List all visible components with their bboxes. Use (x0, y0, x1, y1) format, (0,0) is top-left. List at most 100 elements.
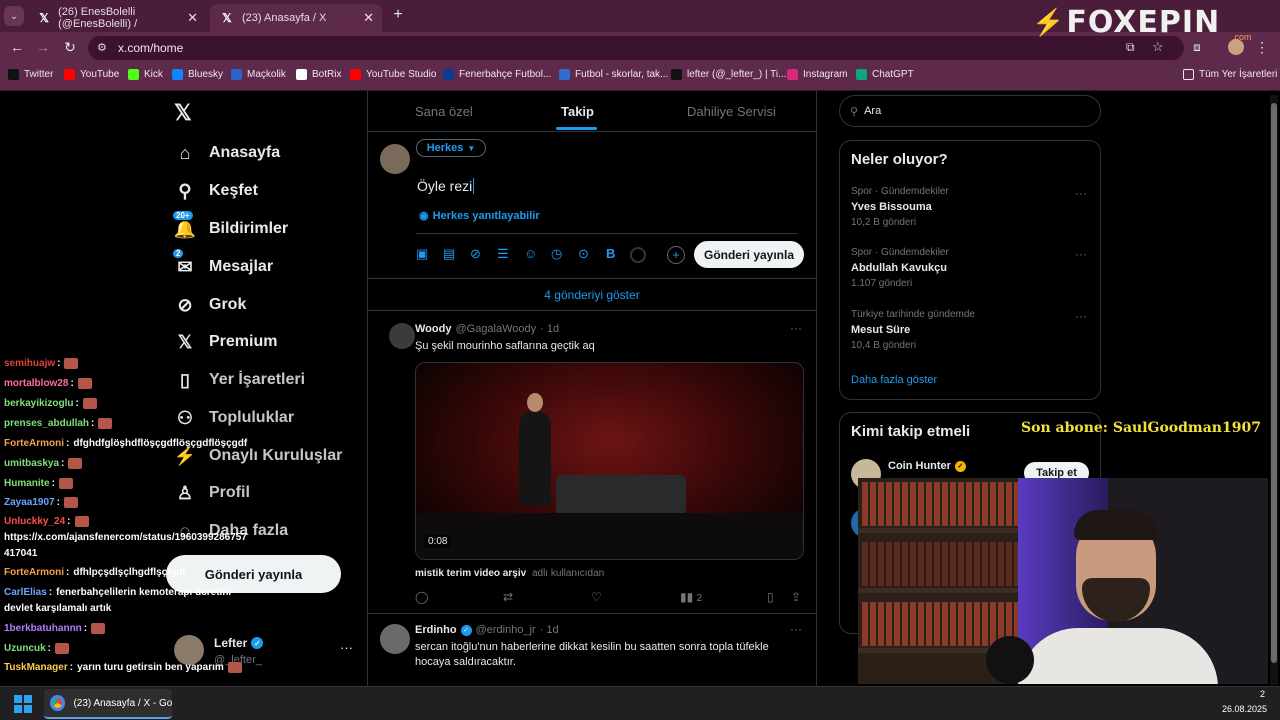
x-home-logo[interactable]: 𝕏 (174, 100, 192, 126)
more-icon[interactable]: ··· (1075, 247, 1087, 261)
bookmark-item[interactable]: YouTube Studio (350, 69, 436, 80)
reply-icon[interactable]: ◯ (415, 590, 428, 604)
bookmark-item[interactable]: Kick (128, 69, 163, 80)
bookmark-item[interactable]: BotRix (296, 69, 341, 80)
book-spine (958, 482, 964, 526)
image-icon[interactable]: ▣ (416, 246, 428, 262)
nav-item-label: Onaylı Kuruluşlar (209, 447, 343, 464)
show-more-link[interactable]: Daha fazla göster (851, 374, 937, 386)
trend-item[interactable]: Spor · Gündemdekiler Abdullah Kavukçu 1.… (851, 247, 1091, 289)
chrome-icon (50, 695, 66, 711)
nav-item[interactable]: ▯ Yer İşaretleri (174, 369, 305, 391)
share-icon[interactable]: ⇪ (791, 590, 801, 604)
bookmark-item[interactable]: Instagram (787, 69, 847, 80)
views-icon[interactable]: ▮▮ 2 (680, 590, 702, 604)
bookmark-item[interactable]: ChatGPT (856, 69, 914, 80)
like-icon[interactable]: ♡ (591, 590, 602, 604)
emoji-icon[interactable]: ☺ (524, 246, 537, 261)
nav-item[interactable]: 🔔 20+ Bildirimler (172, 210, 288, 240)
nav-item-label: Keşfet (209, 182, 258, 199)
bookmark-icon[interactable]: ▯ (767, 590, 774, 604)
more-icon[interactable]: ··· (790, 321, 802, 335)
search-input[interactable]: ⚲ Ara (839, 95, 1101, 127)
post-time[interactable]: · 1d (540, 624, 559, 636)
scrollbar-thumb[interactable] (1271, 103, 1277, 663)
clock-date[interactable]: 26.08.2025 (1222, 704, 1267, 714)
add-thread-icon[interactable]: + (667, 246, 685, 264)
tab-dahiliye-servisi[interactable]: Dahiliye Servisi (687, 104, 776, 119)
post-button-compose[interactable]: Gönderi yayınla (694, 241, 804, 268)
post[interactable]: Woody @GagalaWoody · 1d ··· Şu şekil mou… (368, 311, 816, 613)
tab-sana-ozel[interactable]: Sana özel (415, 104, 473, 119)
tab-search-button[interactable]: ⌄ (4, 6, 24, 26)
post-author[interactable]: Woody (415, 323, 451, 335)
poll-icon[interactable]: ☰ (497, 246, 509, 262)
address-bar[interactable]: ⚙ x.com/home ⧉ ☆ (88, 36, 1184, 60)
browser-tab-active[interactable]: 𝕏 (23) Anasayfa / X ✕ (210, 4, 382, 32)
post-time[interactable]: · 1d (540, 323, 559, 335)
scrollbar[interactable] (1270, 95, 1278, 685)
bookmark-item[interactable]: Futbol - skorlar, tak... (559, 69, 668, 80)
bookmark-item[interactable]: lefter (@_lefter_) | Ti... (671, 69, 786, 80)
post-handle[interactable]: @erdinho_jr (476, 624, 536, 636)
profile-icon: ♙ (176, 482, 194, 503)
bookmark-item[interactable]: Fenerbahçe Futbol... (443, 69, 551, 80)
book-spine (974, 482, 980, 526)
schedule-icon[interactable]: ◷ (551, 246, 562, 262)
close-icon[interactable]: ✕ (187, 10, 198, 26)
nav-item[interactable]: ⚲ Keşfet (174, 180, 258, 202)
emote-icon (82, 398, 97, 409)
bookmark-item[interactable]: Maçkolik (231, 69, 286, 80)
gif-icon[interactable]: ▤ (443, 246, 455, 262)
caption-link[interactable]: mistik terim video arşiv (415, 568, 526, 579)
trend-item[interactable]: Spor · Gündemdekiler Yves Bissouma 10,2 … (851, 186, 1091, 228)
post-author[interactable]: Erdinho (415, 624, 457, 636)
bookmark-item[interactable]: Bluesky (172, 69, 223, 80)
windows-start-icon[interactable] (14, 695, 32, 713)
trend-item[interactable]: Türkiye tarihinde gündemde Mesut Süre 10… (851, 309, 1091, 351)
clock-time[interactable]: 2 (1260, 689, 1265, 699)
location-icon[interactable]: ⊙ (578, 246, 589, 262)
bookmark-item[interactable]: YouTube (64, 69, 119, 80)
forward-icon[interactable]: → (34, 38, 52, 56)
install-icon[interactable]: ⧉ (1126, 40, 1135, 55)
book-spine (894, 482, 900, 526)
more-icon[interactable]: ··· (1075, 186, 1087, 200)
all-bookmarks[interactable]: Tüm Yer İşaretleri (1183, 69, 1277, 80)
compose-textarea[interactable]: Öyle rezi (417, 178, 797, 198)
more-icon[interactable]: ··· (1075, 309, 1087, 323)
nav-item[interactable]: 𝕏 Premium (174, 331, 278, 353)
nav-item[interactable]: ✉ 2 Mesajlar (172, 248, 273, 278)
more-icon[interactable]: ··· (790, 622, 802, 636)
post-handle[interactable]: @GagalaWoody (455, 323, 536, 335)
video-player[interactable]: 0:08 (415, 362, 804, 560)
bookmark-label: Bluesky (188, 69, 224, 80)
site-info-icon[interactable]: ⚙ (97, 41, 107, 54)
book-spine (902, 482, 908, 526)
back-icon[interactable]: ← (8, 38, 26, 56)
close-icon[interactable]: ✕ (363, 10, 374, 26)
book-spine (974, 542, 980, 586)
nav-item[interactable]: ⌂ Anasayfa (174, 142, 281, 164)
grok-icon[interactable]: ⊘ (470, 246, 481, 262)
taskbar-app-chrome[interactable]: (23) Anasayfa / X - Goo (44, 689, 172, 719)
browser-tab[interactable]: 𝕏 (26) EnesBolelli (@EnesBolelli) / ✕ (28, 4, 206, 32)
repost-icon[interactable]: ⇄ (503, 590, 513, 604)
person-shape (519, 411, 551, 506)
more-icon[interactable]: ··· (340, 640, 353, 655)
nav-item[interactable]: ♙ Profil (174, 482, 250, 504)
tab-takip[interactable]: Takip (561, 104, 594, 119)
bookmark-item[interactable]: Twitter (8, 69, 53, 80)
reload-icon[interactable]: ↻ (61, 38, 79, 56)
new-tab-button[interactable]: + (389, 6, 407, 24)
book-spine (990, 542, 996, 586)
show-new-posts[interactable]: 4 gönderiyi göster (368, 288, 816, 302)
suggestion-name[interactable]: Coin Hunter ✓ (888, 460, 966, 472)
reply-setting[interactable]: ◉ Herkes yanıtlayabilir (419, 209, 540, 223)
nav-item[interactable]: ⚇ Topluluklar (174, 407, 294, 429)
chat-separator: : (51, 478, 55, 489)
audience-selector[interactable]: Herkes ▼ (416, 139, 486, 157)
post[interactable]: Erdinho ✓ @erdinho_jr · 1d ··· sercan it… (368, 614, 816, 686)
nav-item[interactable]: ⊘ Grok (174, 294, 246, 316)
bold-icon[interactable]: B (606, 246, 615, 261)
